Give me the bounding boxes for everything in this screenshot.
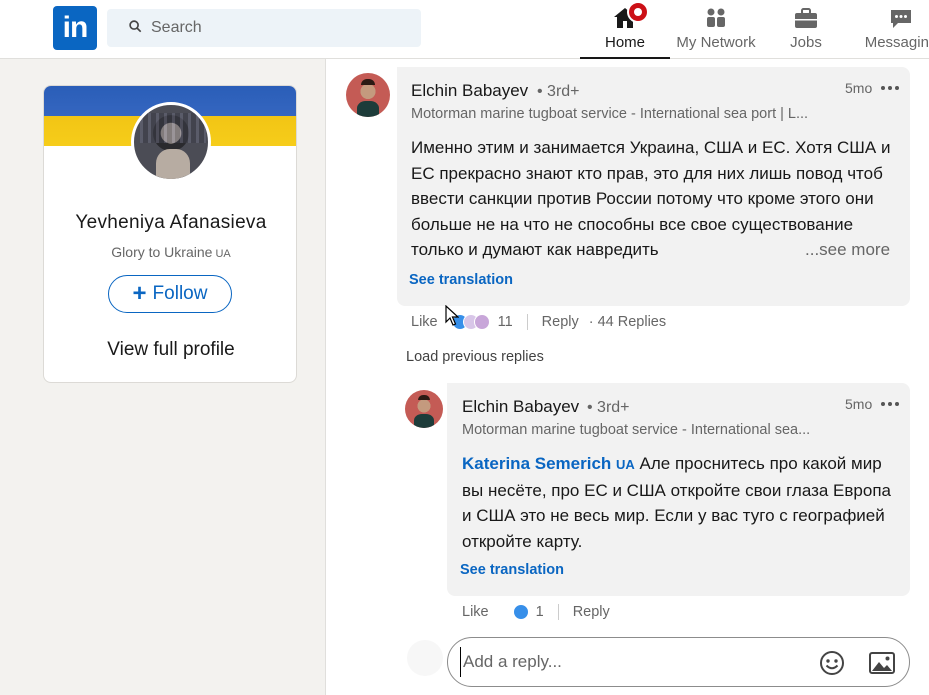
reply-author-degree: • 3rd+ [587, 399, 630, 416]
reply-author-name[interactable]: Elchin Babayev [462, 397, 579, 417]
load-previous-replies[interactable]: Load previous replies [406, 349, 544, 365]
comment-time: 5mo [845, 80, 873, 96]
comment-author-degree: • 3rd+ [537, 83, 580, 100]
reply-like-button[interactable]: Like [462, 604, 489, 620]
search-input[interactable] [151, 9, 411, 47]
current-user-avatar [407, 640, 443, 676]
reply-like-reaction-icon[interactable] [512, 604, 529, 620]
search-bar[interactable] [107, 9, 421, 47]
nav-my-network[interactable]: My Network [672, 0, 760, 58]
see-more-link[interactable]: ...see more [800, 237, 891, 263]
briefcase-icon [795, 8, 817, 28]
comment-author-headline: Motorman marine tugboat service - Intern… [411, 106, 809, 122]
follow-button[interactable]: + Follow [108, 275, 232, 313]
top-nav: in Home My Network Jobs Me [0, 0, 929, 59]
like-button[interactable]: Like [411, 314, 438, 330]
reply-box[interactable] [447, 637, 910, 687]
nav-messaging[interactable]: Messaging [856, 0, 929, 58]
network-icon [707, 8, 725, 27]
reply-reaction-count[interactable]: 1 [536, 604, 544, 620]
reply-reply-button[interactable]: Reply [573, 604, 610, 620]
nav-my-network-label: My Network [676, 34, 756, 51]
comment-author-name[interactable]: Elchin Babayev [411, 81, 528, 101]
search-icon [129, 20, 142, 33]
mouse-cursor-icon [445, 305, 459, 326]
profile-headline: Glory to Ukraine UA [44, 244, 296, 260]
reply-text: Katerina Semerich UA Але проснитесь про … [462, 451, 900, 554]
panel-divider [325, 59, 326, 695]
view-full-profile-link[interactable]: View full profile [44, 339, 296, 361]
chat-icon [891, 10, 911, 28]
reply-actions: Like 1 Reply [462, 604, 610, 620]
linkedin-logo[interactable]: in [53, 6, 97, 50]
reply-more-options-icon[interactable] [881, 402, 899, 406]
reply-author-headline: Motorman marine tugboat service - Intern… [462, 422, 811, 438]
nav-jobs[interactable]: Jobs [770, 0, 842, 58]
nav-home[interactable]: Home [580, 0, 670, 59]
profile-headline-tag: UA [215, 248, 231, 260]
replies-count[interactable]: · 44 Replies [589, 314, 666, 330]
emoji-icon[interactable] [819, 650, 845, 676]
follow-label: Follow [152, 283, 208, 304]
nav-jobs-label: Jobs [790, 34, 822, 51]
reaction-count[interactable]: 11 [498, 314, 513, 330]
reply-button[interactable]: Reply [542, 314, 579, 330]
nav-messaging-label: Messaging [864, 34, 929, 51]
plus-icon: + [132, 280, 147, 307]
nav-home-label: Home [604, 34, 645, 51]
mention-tag: UA [616, 457, 635, 472]
love-reaction-icon [473, 314, 490, 330]
comment-author-avatar[interactable] [346, 73, 390, 117]
notification-badge [627, 1, 649, 23]
see-translation-link[interactable]: See translation [409, 272, 513, 288]
mention-link[interactable]: Katerina Semerich [462, 454, 611, 473]
reply-time: 5mo [845, 396, 873, 412]
profile-avatar[interactable] [131, 102, 211, 182]
reply-see-translation-link[interactable]: See translation [460, 562, 564, 578]
profile-card: Yevheniya Afanasieva Glory to Ukraine UA … [43, 85, 297, 383]
reply-input[interactable] [460, 647, 810, 677]
profile-name[interactable]: Yevheniya Afanasieva [44, 212, 296, 234]
profile-headline-text: Glory to Ukraine [111, 244, 213, 260]
image-icon[interactable] [868, 650, 896, 676]
more-options-icon[interactable] [881, 86, 899, 90]
reply-author-avatar[interactable] [405, 390, 443, 428]
